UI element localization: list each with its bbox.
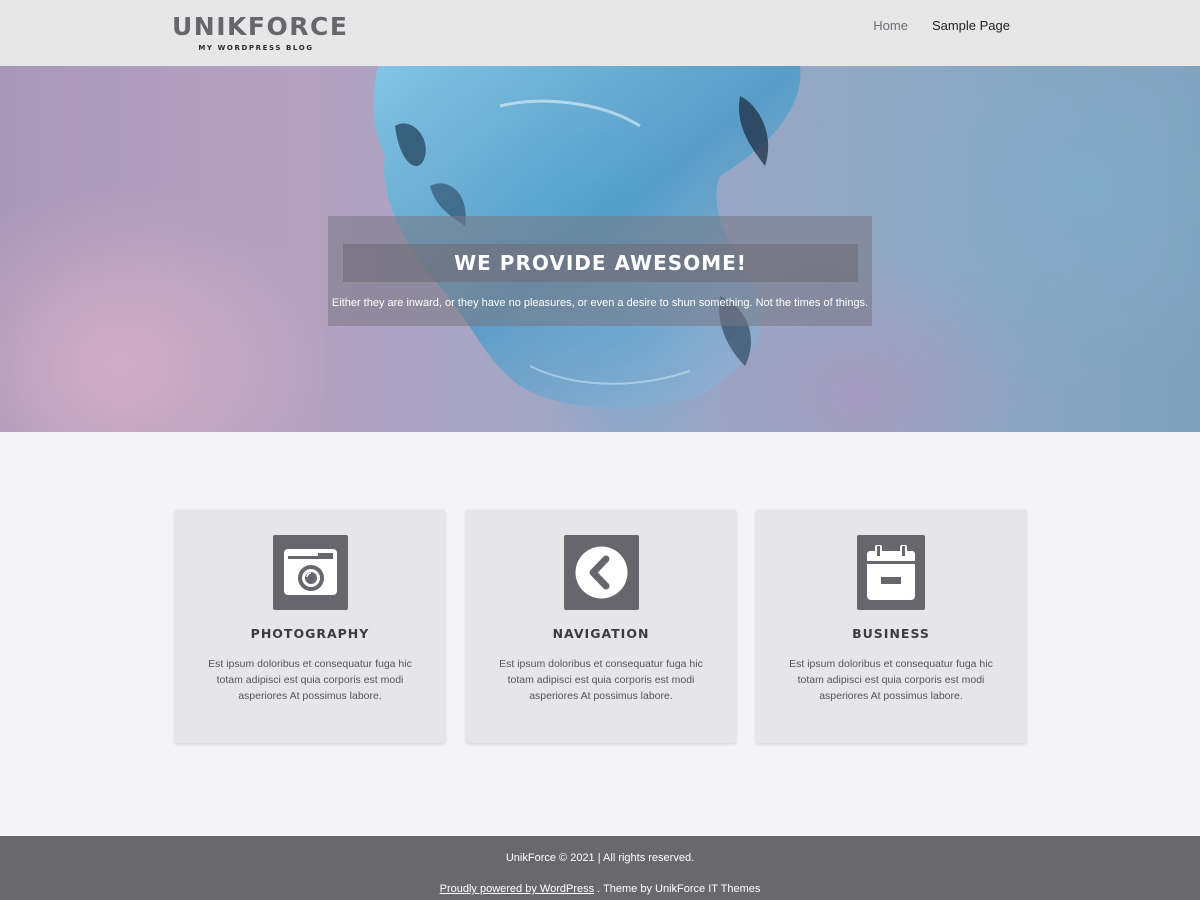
feature-card-business: BUSINESS Est ipsum doloribus et consequa… bbox=[756, 510, 1026, 743]
features-section: PHOTOGRAPHY Est ipsum doloribus et conse… bbox=[0, 432, 1200, 836]
site-tagline: MY WORDPRESS BLOG bbox=[198, 44, 314, 52]
hero-title: WE PROVIDE AWESOME! bbox=[454, 251, 747, 275]
hero-description: Either they are inward, or they have no … bbox=[331, 297, 869, 309]
feature-description: Est ipsum doloribus et consequatur fuga … bbox=[499, 658, 703, 702]
feature-description: Est ipsum doloribus et consequatur fuga … bbox=[789, 658, 993, 702]
calendar-icon bbox=[857, 535, 925, 610]
site-title: UNIKFORCE bbox=[172, 12, 349, 41]
feature-title: BUSINESS bbox=[852, 626, 930, 641]
feature-card-navigation: NAVIGATION Est ipsum doloribus et conseq… bbox=[466, 510, 736, 743]
footer-copyright: UnikForce © 2021 | All rights reserved. bbox=[505, 852, 695, 864]
nav-item-sample-page[interactable]: Sample Page bbox=[932, 18, 1010, 34]
site-logo-link[interactable]: UNIKFORCE MY WORDPRESS BLOG bbox=[172, 12, 349, 52]
footer-credits: Proudly powered by WordPress . Theme by … bbox=[0, 883, 1200, 895]
feature-title: PHOTOGRAPHY bbox=[250, 626, 370, 641]
nav-item-home[interactable]: Home bbox=[873, 18, 908, 34]
feature-description: Est ipsum doloribus et consequatur fuga … bbox=[208, 658, 412, 702]
main-navigation: Home Sample Page bbox=[873, 18, 1010, 34]
camera-icon bbox=[273, 535, 348, 610]
hero-caption-box: WE PROVIDE AWESOME! Either they are inwa… bbox=[328, 216, 872, 326]
chevron-left-circle-icon bbox=[564, 535, 639, 610]
site-header: UNIKFORCE MY WORDPRESS BLOG Home Sample … bbox=[0, 0, 1200, 66]
theme-credit: . Theme by UnikForce IT Themes bbox=[594, 883, 761, 895]
feature-card-photography: PHOTOGRAPHY Est ipsum doloribus et conse… bbox=[175, 510, 445, 743]
wordpress-link[interactable]: Proudly powered by WordPress bbox=[440, 883, 594, 895]
hero-title-bar: WE PROVIDE AWESOME! bbox=[343, 244, 858, 282]
hero-banner: WE PROVIDE AWESOME! Either they are inwa… bbox=[0, 66, 1200, 432]
site-footer: UnikForce © 2021 | All rights reserved. … bbox=[0, 836, 1200, 900]
feature-title: NAVIGATION bbox=[552, 626, 650, 641]
